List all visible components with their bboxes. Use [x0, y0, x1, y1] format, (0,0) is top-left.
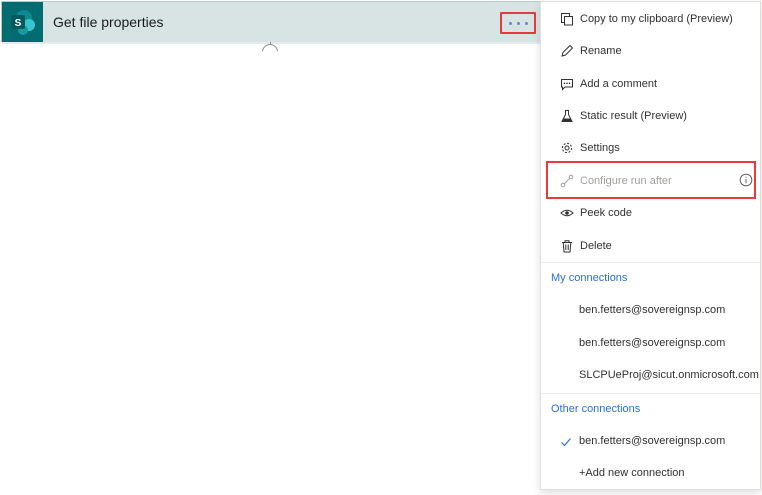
menu-item-label: Rename	[580, 45, 622, 57]
action-title: Get file properties	[53, 14, 164, 30]
menu-item-settings[interactable]: Settings	[541, 132, 760, 164]
other-connection-item-selected[interactable]: ben.fetters@sovereignsp.com	[579, 435, 725, 447]
menu-item-copy-clipboard[interactable]: Copy to my clipboard (Preview)	[541, 3, 760, 35]
menu-divider	[541, 393, 760, 394]
svg-text:S: S	[15, 18, 22, 29]
my-connection-item[interactable]: SLCPUeProj@sicut.onmicrosoft.com	[579, 369, 759, 381]
copy-icon	[559, 11, 575, 27]
menu-item-label: Static result (Preview)	[580, 110, 687, 122]
trash-icon	[559, 238, 575, 254]
action-context-menu: Copy to my clipboard (Preview) Rename Ad…	[540, 1, 761, 490]
menu-item-label: Add a comment	[580, 78, 658, 90]
pencil-icon	[559, 43, 575, 59]
my-connections-header: My connections	[551, 272, 628, 284]
highlight-configure-run-after	[546, 161, 756, 199]
sharepoint-icon-box: S	[2, 2, 43, 43]
menu-item-delete[interactable]: Delete	[541, 230, 760, 262]
menu-item-rename[interactable]: Rename	[541, 35, 760, 67]
menu-item-add-comment[interactable]: Add a comment	[541, 68, 760, 100]
sharepoint-icon: S	[11, 10, 35, 35]
menu-item-label: Copy to my clipboard (Preview)	[580, 13, 733, 25]
menu-divider	[541, 262, 760, 263]
menu-item-label: Settings	[580, 142, 620, 154]
menu-item-label: Delete	[580, 240, 612, 252]
menu-item-peek-code[interactable]: Peek code	[541, 197, 760, 229]
more-dots-icon	[508, 21, 528, 25]
eye-icon	[559, 205, 575, 221]
other-connections-header: Other connections	[551, 403, 641, 415]
comment-icon	[559, 76, 575, 92]
add-new-connection-link[interactable]: +Add new connection	[579, 467, 685, 479]
more-options-button[interactable]	[500, 12, 536, 34]
card-shadow	[2, 42, 540, 44]
menu-item-label: Peek code	[580, 207, 632, 219]
gear-icon	[559, 140, 575, 156]
my-connection-item[interactable]: ben.fetters@sovereignsp.com	[579, 337, 725, 349]
insert-step-button[interactable]	[262, 44, 278, 52]
checkmark-icon	[560, 435, 572, 453]
my-connection-item[interactable]: ben.fetters@sovereignsp.com	[579, 304, 725, 316]
menu-item-static-result[interactable]: Static result (Preview)	[541, 100, 760, 132]
action-card-get-file-properties[interactable]: S Get file properties	[1, 1, 541, 44]
beaker-icon	[559, 108, 575, 124]
